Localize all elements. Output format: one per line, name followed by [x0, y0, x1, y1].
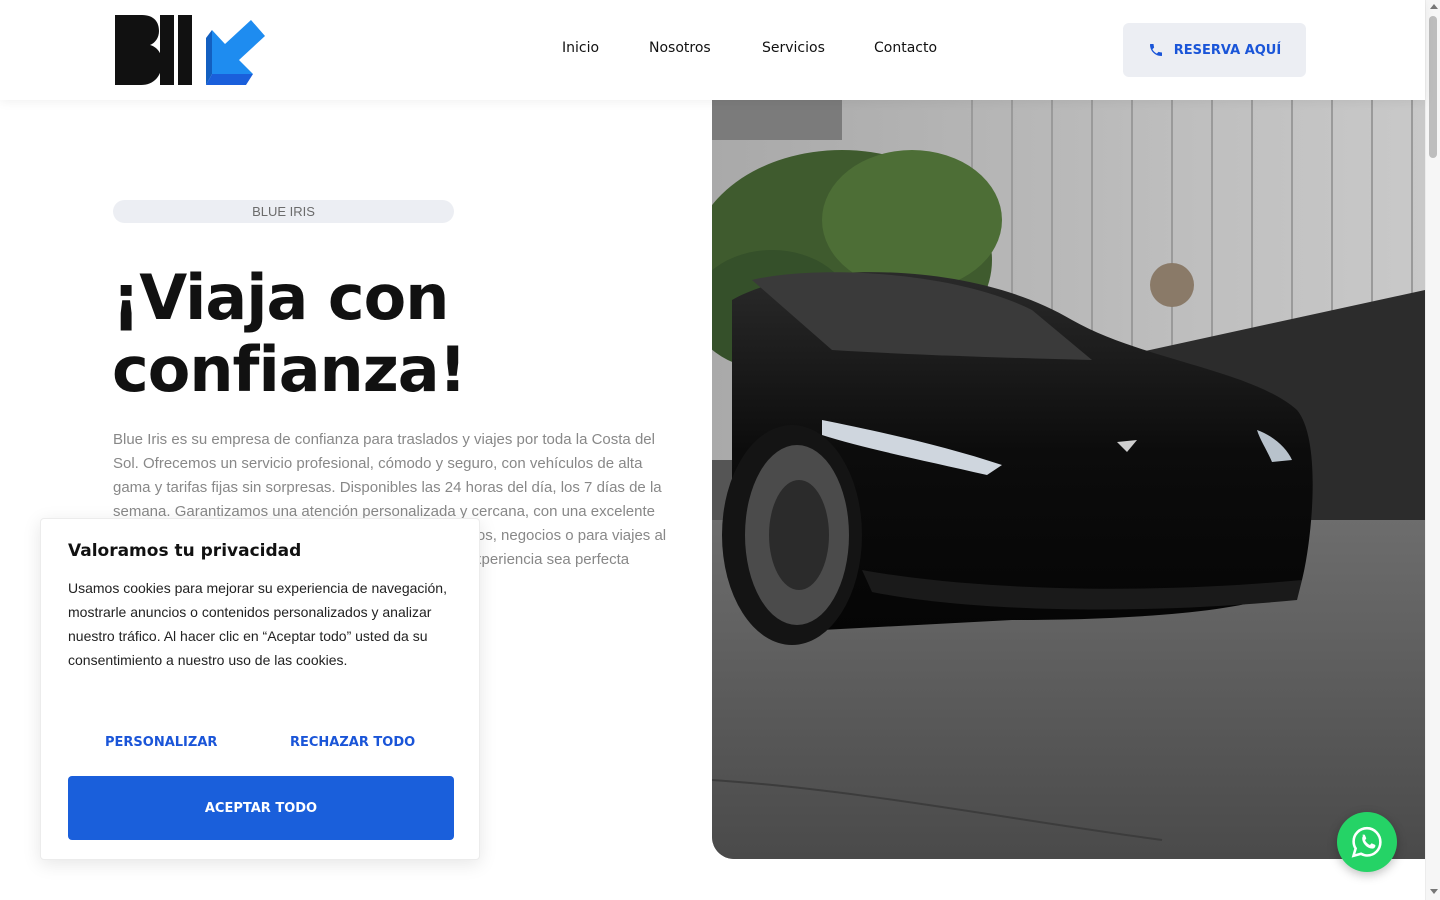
- scroll-thumb[interactable]: [1429, 16, 1437, 158]
- hero-title-line1: ¡Viaja con: [112, 261, 449, 334]
- phone-icon: [1149, 44, 1162, 56]
- cookie-title: Valoramos tu privacidad: [68, 541, 302, 561]
- reserve-button[interactable]: RESERVA AQUÍ: [1123, 23, 1306, 77]
- cookie-text: Usamos cookies para mejorar su experienc…: [68, 580, 447, 668]
- page-scrollbar[interactable]: [1425, 0, 1440, 900]
- nav-nosotros[interactable]: Nosotros: [649, 40, 711, 56]
- hero-title-line2: confianza!: [112, 333, 467, 406]
- cookie-consent-panel: Valoramos tu privacidad Usamos cookies p…: [40, 518, 480, 860]
- hero-title: ¡Viaja con confianza!: [112, 262, 672, 406]
- scroll-up-arrow-icon[interactable]: [1430, 4, 1438, 9]
- reserve-button-label: RESERVA AQUÍ: [1173, 42, 1282, 58]
- hero-car-image: [712, 100, 1425, 859]
- site-logo[interactable]: [114, 14, 266, 86]
- site-header: Inicio Nosotros Servicios Contacto RESER…: [0, 0, 1425, 100]
- hero-eyebrow: BLUE IRIS: [113, 200, 454, 223]
- scroll-down-arrow-icon[interactable]: [1430, 889, 1438, 894]
- whatsapp-icon: [1351, 826, 1382, 858]
- nav-servicios[interactable]: Servicios: [762, 40, 825, 56]
- nav-contacto[interactable]: Contacto: [874, 40, 937, 56]
- whatsapp-button[interactable]: [1337, 812, 1397, 872]
- accept-all-button[interactable]: ACEPTAR TODO: [68, 776, 454, 840]
- personalize-button[interactable]: PERSONALIZAR: [105, 735, 217, 750]
- nav-inicio[interactable]: Inicio: [562, 40, 599, 56]
- reject-all-button[interactable]: RECHAZAR TODO: [290, 735, 415, 750]
